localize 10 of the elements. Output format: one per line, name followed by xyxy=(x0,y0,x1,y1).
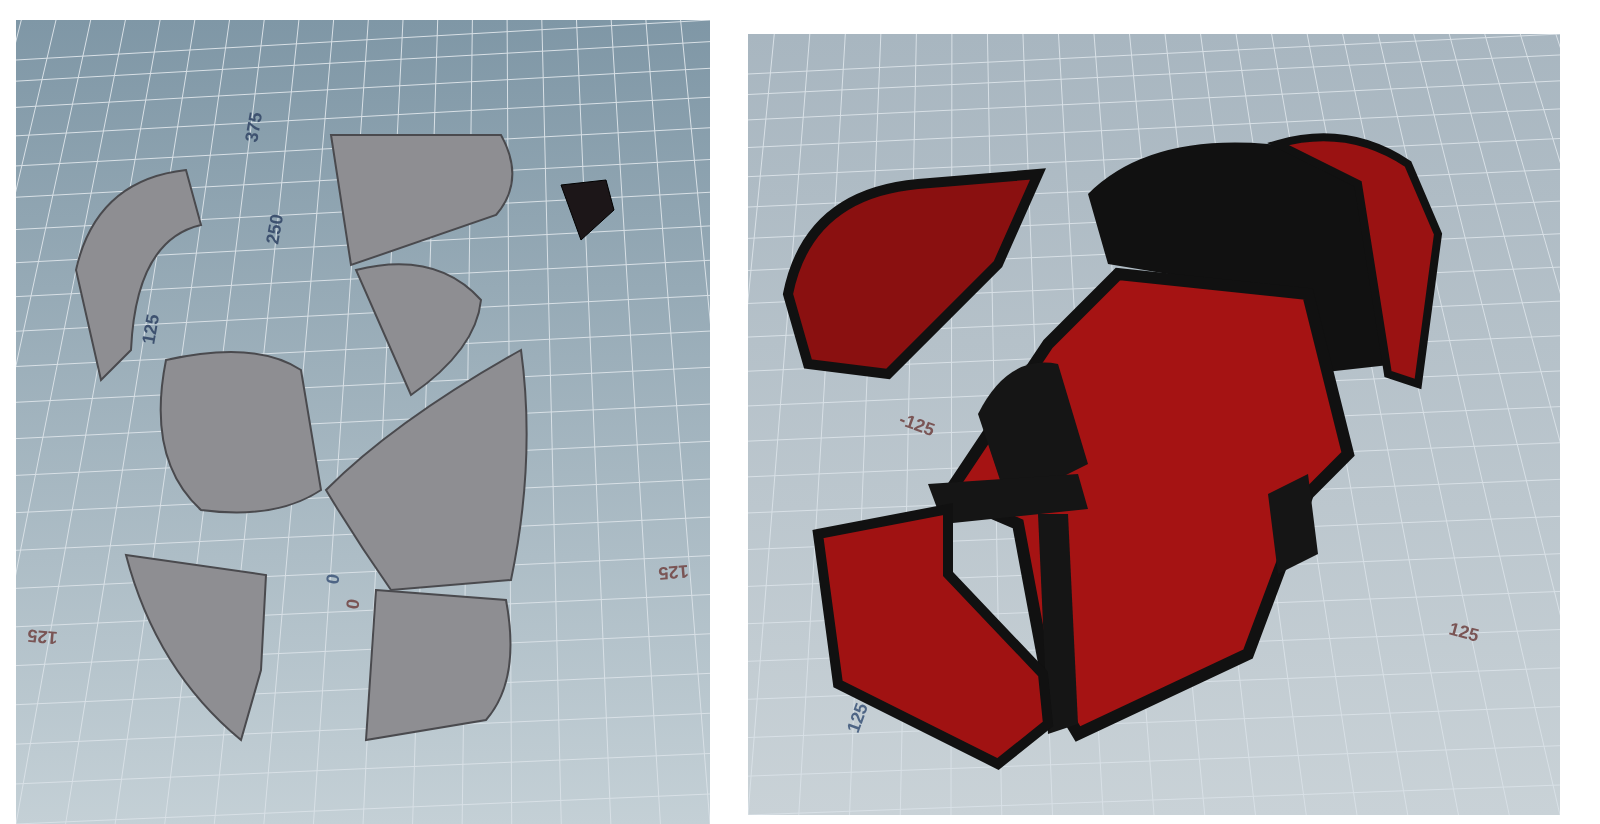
axis-label: 0 xyxy=(342,597,364,611)
axis-label: 125 xyxy=(26,625,59,648)
axis-label: 125 xyxy=(657,561,690,584)
axis-label: -125 xyxy=(896,408,938,441)
axis-label: 0 xyxy=(322,572,344,586)
axis-label: 125 xyxy=(1446,618,1482,646)
axis-label: 250 xyxy=(262,212,288,246)
axis-label: 125 xyxy=(138,312,164,346)
axis-label: 375 xyxy=(241,110,267,144)
axis-label: 125 xyxy=(842,700,873,736)
